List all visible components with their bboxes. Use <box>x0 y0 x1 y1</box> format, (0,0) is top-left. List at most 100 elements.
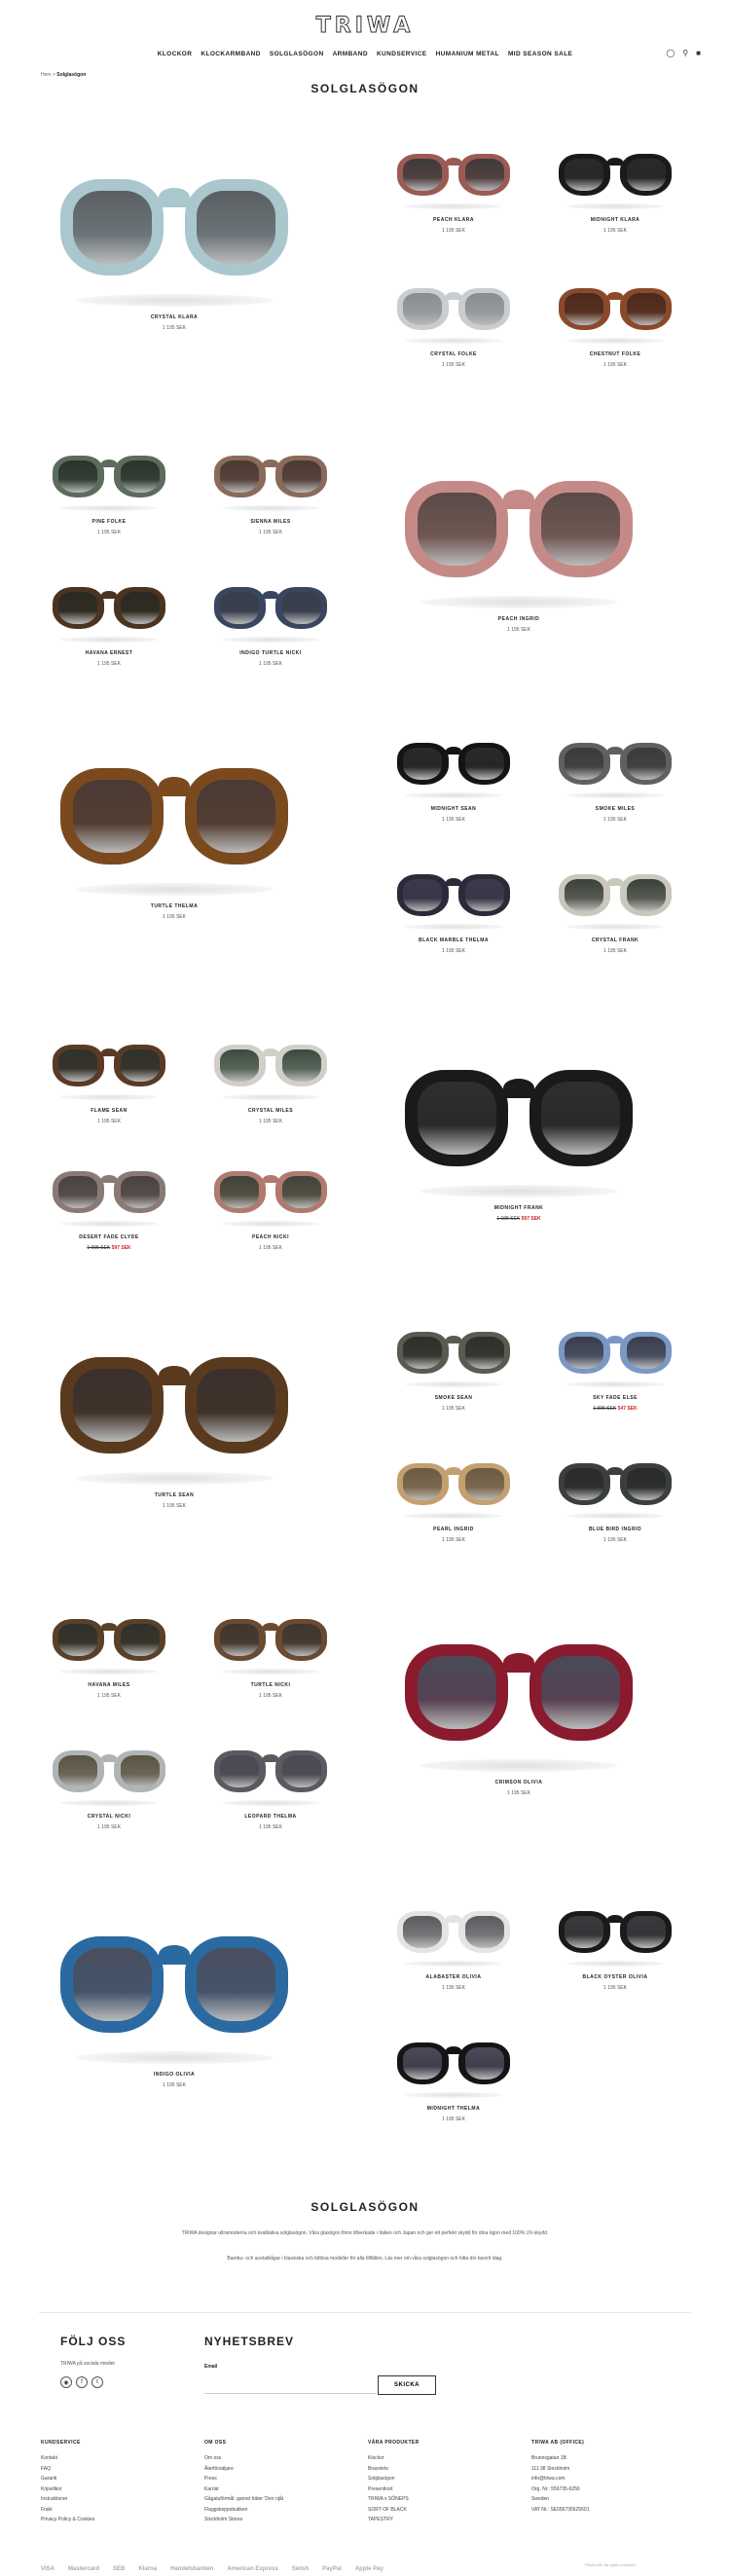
product-name[interactable]: SKY FADE ELSE <box>551 1395 679 1401</box>
footer-link[interactable]: Instruktioner <box>41 2494 197 2505</box>
product-name[interactable]: DESERT FADE CLYDE <box>45 1234 173 1240</box>
breadcrumb-home[interactable]: Hem <box>41 72 52 78</box>
product-image[interactable] <box>551 141 679 209</box>
footer-link[interactable]: Köpvillkor <box>41 2484 197 2495</box>
product-card[interactable]: MIDNIGHT THELMA 1 195 SEK <box>389 2030 518 2122</box>
product-name[interactable]: SMOKE SEAN <box>389 1395 518 1401</box>
product-name[interactable]: MIDNIGHT THELMA <box>389 2106 518 2112</box>
footer-link[interactable]: Frakt <box>41 2505 197 2516</box>
product-name[interactable]: HAVANA MILES <box>45 1682 173 1688</box>
product-card[interactable]: SMOKE SEAN 1 195 SEK <box>389 1319 518 1412</box>
nav-item-klockarmband[interactable]: KLOCKARMBAND <box>201 51 261 57</box>
product-image[interactable] <box>389 1451 518 1519</box>
facebook-icon[interactable]: f <box>76 2376 88 2388</box>
footer-link[interactable]: Kontakt <box>41 2453 197 2464</box>
product-card[interactable]: CHESTNUT FOLKE 1 195 SEK <box>551 276 679 368</box>
product-name[interactable]: SMOKE MILES <box>551 806 679 812</box>
product-name[interactable]: PINE FOLKE <box>45 519 173 525</box>
footer-link[interactable]: Flaggskeppsbutiken <box>204 2505 360 2516</box>
footer-link[interactable]: Bracelets <box>368 2464 524 2475</box>
product-image[interactable] <box>206 1032 335 1100</box>
product-image[interactable] <box>45 151 304 307</box>
footer-address-line[interactable]: info@triwa.com <box>531 2474 687 2484</box>
product-image[interactable] <box>389 453 648 608</box>
product-card[interactable]: PEACH KLARA 1 195 SEK <box>389 141 518 234</box>
product-image[interactable] <box>551 1898 679 1967</box>
product-name[interactable]: TURTLE SEAN <box>45 1492 304 1498</box>
product-name[interactable]: PEACH KLARA <box>389 217 518 223</box>
nav-item-humanium-metal[interactable]: HUMANIUM METAL <box>436 51 499 57</box>
product-image[interactable] <box>389 730 518 798</box>
globe-icon[interactable]: ◯ <box>666 49 675 57</box>
product-card[interactable]: CRYSTAL FRANK 1 195 SEK <box>551 862 679 954</box>
product-name[interactable]: INDIGO TURTLE NICKI <box>206 650 335 656</box>
product-card[interactable]: PEARL INGRID 1 195 SEK <box>389 1451 518 1543</box>
footer-link[interactable]: Garanti <box>41 2474 197 2484</box>
nav-item-armband[interactable]: ARMBAND <box>333 51 368 57</box>
product-card[interactable]: MIDNIGHT FRANK 1 195 SEK 597 SEK <box>389 1042 648 1222</box>
product-image[interactable] <box>45 1159 173 1227</box>
footer-link[interactable]: TRIWA x SÖNEPS <box>368 2494 524 2505</box>
product-card[interactable]: CRYSTAL MILES 1 195 SEK <box>206 1032 335 1124</box>
product-name[interactable]: CRYSTAL FRANK <box>551 938 679 943</box>
product-card[interactable]: BLUE BIRD INGRID 1 195 SEK <box>551 1451 679 1543</box>
product-card[interactable]: DESERT FADE CLYDE 1 095 SEK 597 SEK <box>45 1159 173 1251</box>
product-image[interactable] <box>551 862 679 930</box>
product-card[interactable]: SKY FADE ELSE 1 095 SEK 547 SEK <box>551 1319 679 1412</box>
product-card[interactable]: BLACK MARBLE THELMA 1 195 SEK <box>389 862 518 954</box>
product-card[interactable]: TURTLE SEAN 1 195 SEK <box>45 1329 304 1509</box>
product-image[interactable] <box>206 1606 335 1674</box>
product-name[interactable]: MIDNIGHT KLARA <box>551 217 679 223</box>
footer-link[interactable]: Gågatuförmål: garnet häter 'Den njåt <box>204 2494 360 2505</box>
product-name[interactable]: BLACK MARBLE THELMA <box>389 938 518 943</box>
product-card[interactable]: PEACH NICKI 1 195 SEK <box>206 1159 335 1251</box>
product-card[interactable]: TURTLE THELMA 1 195 SEK <box>45 740 304 920</box>
product-image[interactable] <box>389 1616 648 1772</box>
product-name[interactable]: FLAME SEAN <box>45 1108 173 1114</box>
footer-link[interactable]: FAQ <box>41 2464 197 2475</box>
product-image[interactable] <box>551 1451 679 1519</box>
instagram-icon[interactable]: ◉ <box>60 2376 72 2388</box>
product-card[interactable]: CRYSTAL NICKI 1 195 SEK <box>45 1738 173 1830</box>
product-name[interactable]: CRYSTAL NICKI <box>45 1814 173 1820</box>
bag-icon[interactable]: ■ <box>696 49 701 57</box>
search-icon[interactable]: ⚲ <box>682 49 688 57</box>
footer-link[interactable]: Presentkort <box>368 2484 524 2495</box>
product-image[interactable] <box>389 141 518 209</box>
product-card[interactable]: ALABASTER OLIVIA 1 195 SEK <box>389 1898 518 1991</box>
product-card[interactable]: HAVANA MILES 1 195 SEK <box>45 1606 173 1699</box>
footer-link[interactable]: Karriär <box>204 2484 360 2495</box>
brand-logo[interactable]: TRIWA <box>0 14 730 39</box>
product-name[interactable]: TURTLE THELMA <box>45 903 304 909</box>
product-card[interactable]: LEOPARD THELMA 1 195 SEK <box>206 1738 335 1830</box>
nav-item-solglasogon[interactable]: SOLGLASÖGON <box>270 51 324 57</box>
product-name[interactable]: PEARL INGRID <box>389 1527 518 1532</box>
product-name[interactable]: PEACH NICKI <box>206 1234 335 1240</box>
nav-item-kundservice[interactable]: KUNDSERVICE <box>377 51 427 57</box>
product-name[interactable]: INDIGO OLIVIA <box>45 2072 304 2078</box>
footer-link[interactable]: Press <box>204 2474 360 2484</box>
nav-item-klockor[interactable]: KLOCKOR <box>158 51 193 57</box>
product-card[interactable]: MIDNIGHT KLARA 1 195 SEK <box>551 141 679 234</box>
product-card[interactable]: CRYSTAL FOLKE 1 195 SEK <box>389 276 518 368</box>
product-card[interactable]: INDIGO OLIVIA 1 195 SEK <box>45 1908 304 2088</box>
product-card[interactable]: TURTLE NICKI 1 195 SEK <box>206 1606 335 1699</box>
product-card[interactable]: CRYSTAL KLARA 1 195 SEK <box>45 151 304 331</box>
product-name[interactable]: HAVANA ERNEST <box>45 650 173 656</box>
newsletter-submit-button[interactable]: SKICKA <box>378 2375 436 2395</box>
product-image[interactable] <box>206 443 335 511</box>
product-card[interactable]: MIDNIGHT SEAN 1 195 SEK <box>389 730 518 823</box>
product-image[interactable] <box>206 574 335 643</box>
product-name[interactable]: SIENNA MILES <box>206 519 335 525</box>
product-image[interactable] <box>389 862 518 930</box>
product-image[interactable] <box>45 1032 173 1100</box>
footer-link[interactable]: Om oss <box>204 2453 360 2464</box>
product-name[interactable]: MIDNIGHT SEAN <box>389 806 518 812</box>
product-image[interactable] <box>45 740 304 896</box>
product-image[interactable] <box>45 1738 173 1806</box>
nav-item-mid-season-sale[interactable]: MID SEASON SALE <box>508 51 572 57</box>
product-card[interactable]: HAVANA ERNEST 1 195 SEK <box>45 574 173 667</box>
product-card[interactable]: SIENNA MILES 1 195 SEK <box>206 443 335 535</box>
email-field[interactable] <box>204 2376 376 2394</box>
footer-link[interactable]: Privacy Policy & Cookies <box>41 2515 197 2525</box>
